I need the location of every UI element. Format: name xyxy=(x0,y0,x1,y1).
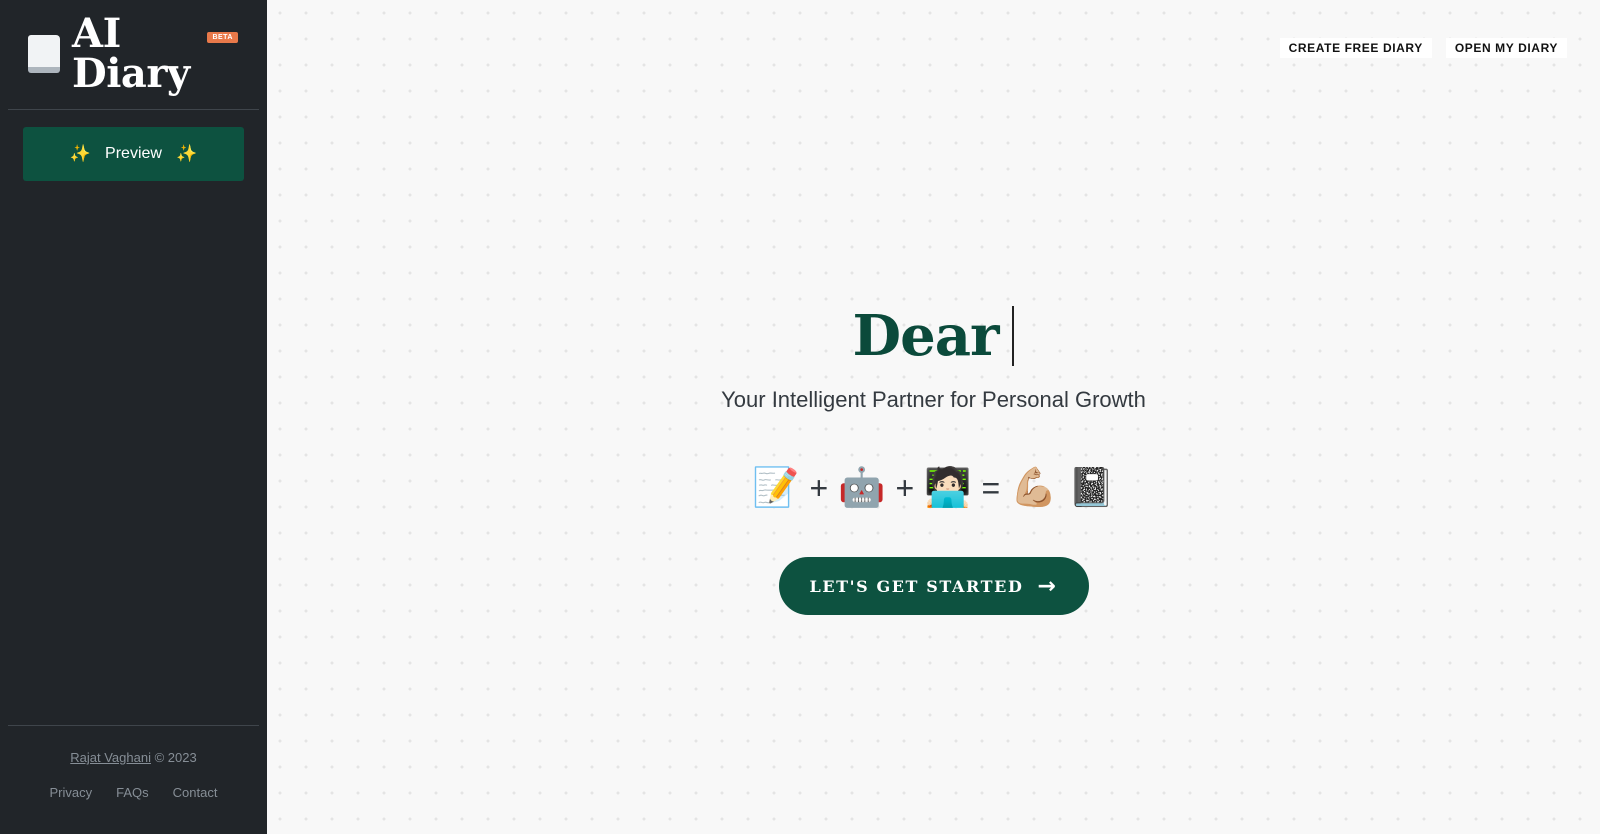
flexed-biceps-emoji: 💪🏼 xyxy=(1010,467,1058,509)
logo-text: AI Diary xyxy=(72,10,190,97)
hero-title-text: Dear xyxy=(852,303,1000,369)
memo-emoji: 📝 xyxy=(752,467,800,509)
sidebar: AI Diary BETA ✨ Preview ✨ Rajat Vaghani … xyxy=(0,0,267,834)
sidebar-divider-bottom xyxy=(8,725,259,726)
footer-links: Privacy FAQs Contact xyxy=(0,785,267,800)
technologist-emoji: 🧑🏻‍💻 xyxy=(924,467,972,509)
notebook-emoji: 📓 xyxy=(1067,467,1115,509)
open-my-diary-link[interactable]: OPEN MY DIARY xyxy=(1445,38,1567,58)
plus-sign: + xyxy=(895,469,915,506)
robot-emoji: 🤖 xyxy=(838,467,886,509)
hero-title-wrap: Dear xyxy=(267,300,1600,372)
preview-button-label: Preview xyxy=(105,145,162,162)
get-started-button[interactable]: LET'S GET STARTED → xyxy=(778,557,1089,615)
main-content: CREATE FREE DIARY OPEN MY DIARY Dear You… xyxy=(267,0,1600,834)
sidebar-divider-top xyxy=(8,109,259,110)
equals-sign: = xyxy=(981,469,1001,506)
logo[interactable]: AI Diary BETA xyxy=(26,14,242,94)
get-started-label: LET'S GET STARTED xyxy=(809,576,1024,596)
emoji-equation: 📝 + 🤖 + 🧑🏻‍💻 = 💪🏼 📓 xyxy=(267,466,1600,510)
author-link[interactable]: Rajat Vaghani xyxy=(70,750,151,765)
sparkle-icon: ✨ xyxy=(175,144,198,163)
typing-caret xyxy=(1012,306,1015,366)
book-icon xyxy=(26,33,60,75)
footer-link-faqs[interactable]: FAQs xyxy=(116,785,149,800)
cta-wrap: LET'S GET STARTED → xyxy=(267,557,1600,615)
copyright-text: © 2023 xyxy=(154,750,197,765)
sparkle-icon: ✨ xyxy=(69,144,92,163)
hero-subtitle: Your Intelligent Partner for Personal Gr… xyxy=(721,387,1146,412)
preview-button[interactable]: ✨ Preview ✨ xyxy=(23,127,244,181)
footer-link-privacy[interactable]: Privacy xyxy=(50,785,93,800)
hero-title: Dear xyxy=(853,300,1015,372)
create-free-diary-link[interactable]: CREATE FREE DIARY xyxy=(1279,38,1432,58)
beta-badge: BETA xyxy=(207,32,238,43)
top-nav: CREATE FREE DIARY OPEN MY DIARY xyxy=(1279,38,1567,58)
footer-link-contact[interactable]: Contact xyxy=(173,785,218,800)
plus-sign: + xyxy=(809,469,829,506)
arrow-right-icon: → xyxy=(1037,573,1058,599)
footer-credit: Rajat Vaghani © 2023 xyxy=(0,750,267,765)
